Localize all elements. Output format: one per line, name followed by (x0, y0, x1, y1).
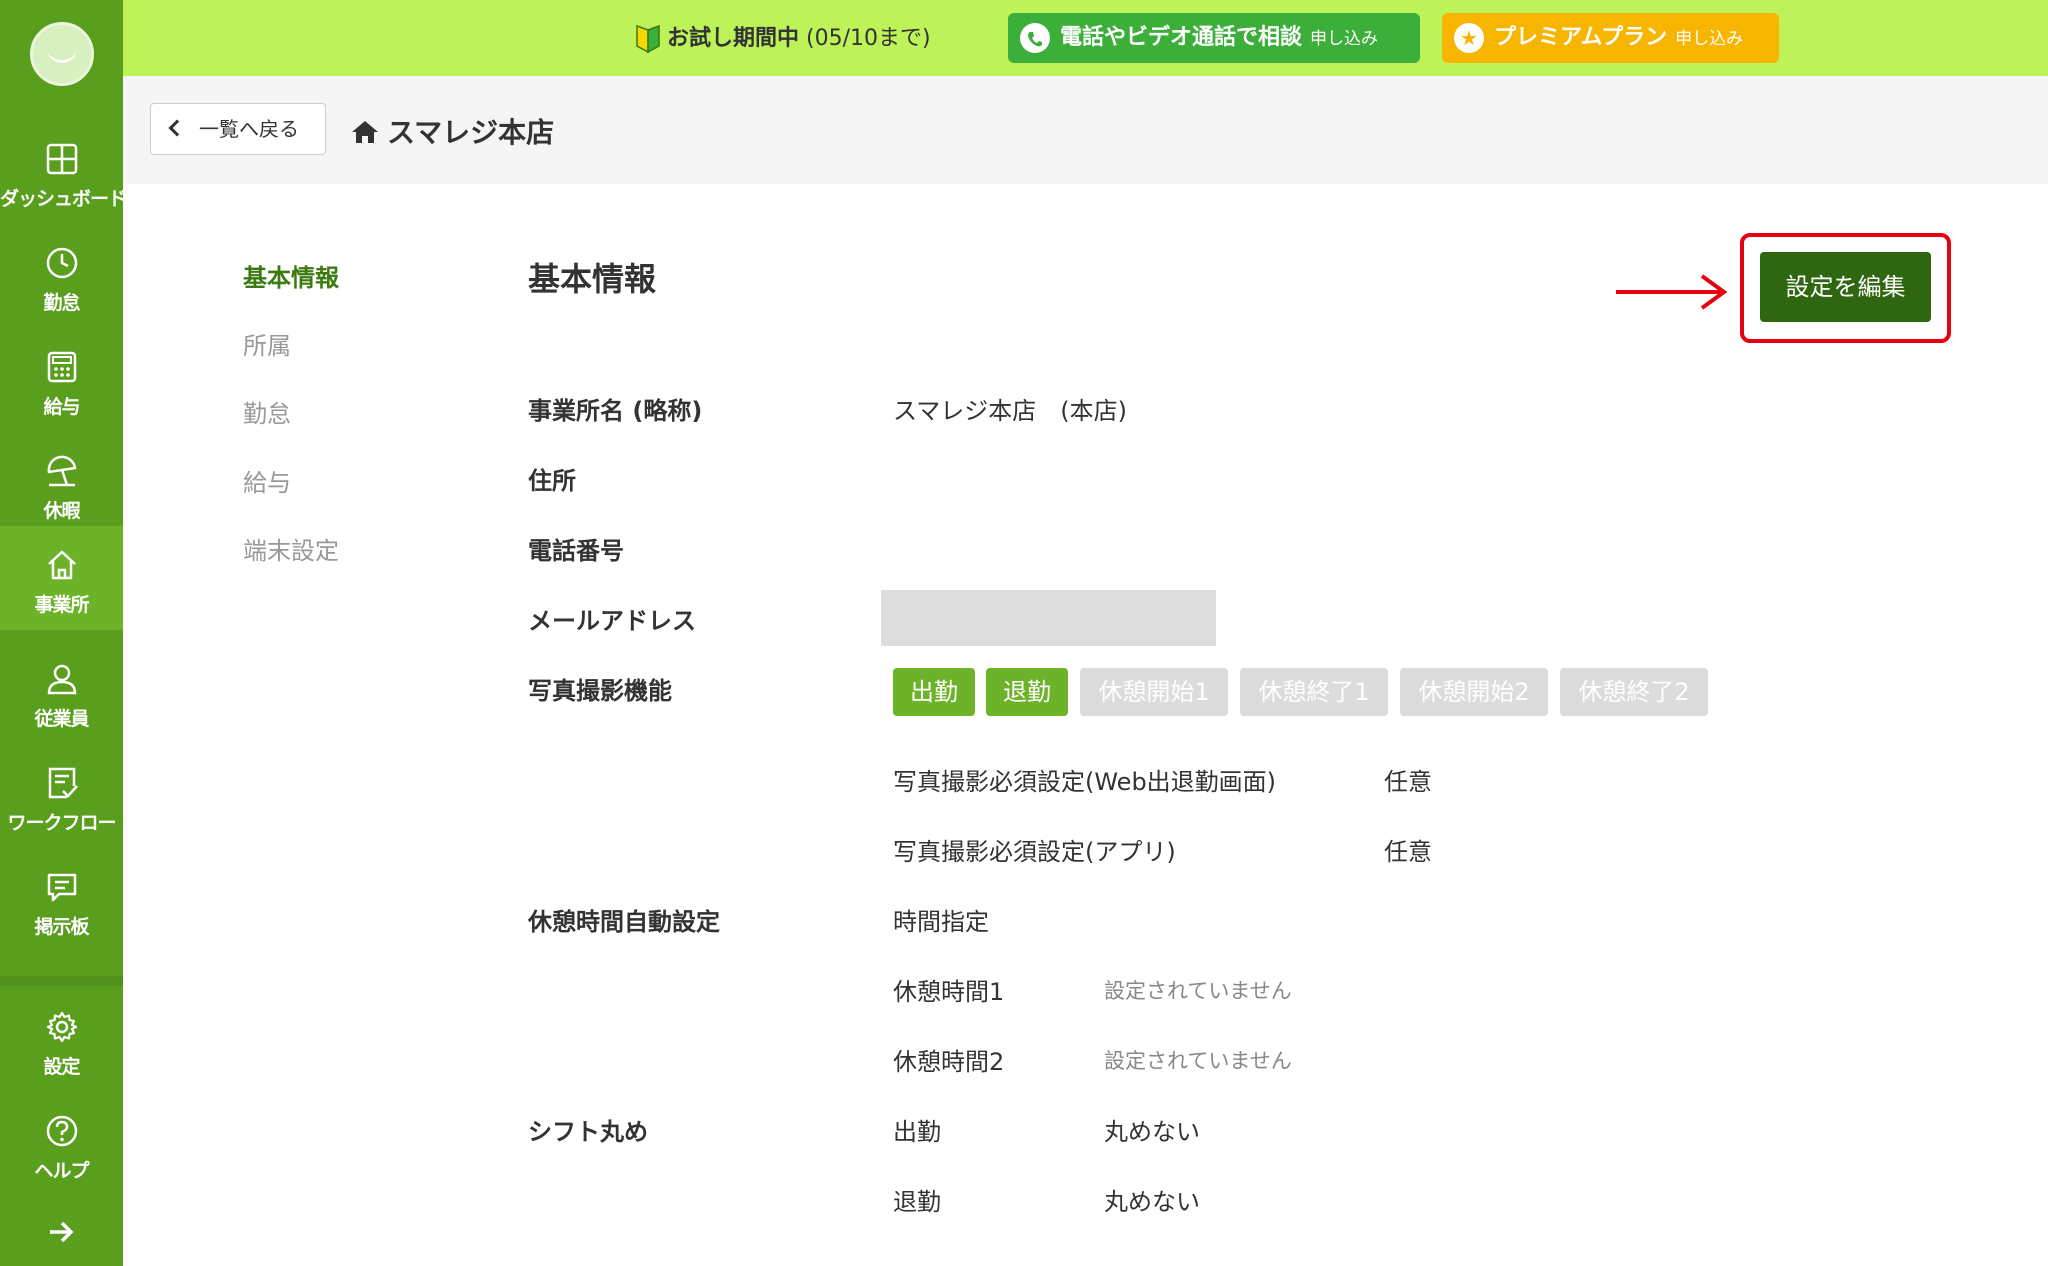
help-icon (46, 1115, 78, 1147)
avatar[interactable] (30, 22, 94, 86)
section-nav-payroll[interactable]: 給与 (243, 463, 291, 498)
nav-payroll[interactable]: 給与 (0, 328, 123, 432)
edit-settings-button[interactable]: 設定を編集 (1760, 252, 1931, 322)
arrow-right-icon[interactable] (44, 1215, 78, 1249)
person-icon (47, 664, 77, 695)
home-icon (352, 121, 378, 143)
nav-employees-label: 従業員 (34, 708, 89, 730)
consult-call-button[interactable]: 電話やビデオ通話で相談 申し込み (1008, 13, 1420, 63)
email-label: メールアドレス (528, 607, 696, 635)
nav-board-label: 掲示板 (34, 916, 89, 938)
shift-in-label: 出勤 (893, 1118, 941, 1146)
photo-tag-break-start-2: 休憩開始2 (1400, 668, 1548, 716)
shift-in-value: 丸めない (1104, 1118, 1200, 1146)
trial-period: (05/10まで) (806, 26, 931, 51)
store-name: スマレジ本店 (387, 116, 555, 149)
page-title: スマレジ本店 (351, 111, 554, 151)
gear-icon (46, 1011, 78, 1043)
nav-help-label: ヘルプ (34, 1160, 89, 1182)
office-name-label: 事業所名 (略称) (528, 397, 703, 425)
photo-app-value: 任意 (1384, 838, 1432, 866)
break1-label: 休憩時間1 (893, 978, 1005, 1006)
nav-workflow-label: ワークフロー (7, 812, 116, 834)
back-to-list-label: 一覧へ戻る (199, 117, 299, 141)
photo-app-label: 写真撮影必須設定(アプリ) (893, 838, 1176, 866)
back-to-list-button[interactable]: 一覧へ戻る (150, 103, 326, 155)
nav-settings[interactable]: 設定 (0, 988, 123, 1092)
umbrella-icon (47, 455, 77, 487)
calculator-icon (47, 351, 77, 383)
nav-dashboard-label: ダッシュボード (0, 188, 127, 210)
clock-icon (46, 247, 78, 279)
nav-vacation[interactable]: 休暇 (0, 432, 123, 536)
office-name-value: スマレジ本店 (本店) (893, 397, 1128, 425)
address-label: 住所 (528, 467, 576, 495)
shift-out-label: 退勤 (893, 1188, 941, 1216)
nav-employees[interactable]: 従業員 (0, 640, 123, 744)
section-nav-basic[interactable]: 基本情報 (243, 258, 339, 293)
page-header: 一覧へ戻る スマレジ本店 (123, 76, 2048, 184)
home-icon (48, 550, 76, 580)
premium-plan-sub: 申し込み (1675, 29, 1744, 49)
nav-dashboard[interactable]: ダッシュボード (0, 120, 127, 224)
photo-tag-break-end-1: 休憩終了1 (1240, 668, 1388, 716)
trial-status: お試し期間中 (05/10まで) (635, 20, 931, 54)
section-nav-affiliation[interactable]: 所属 (243, 326, 291, 361)
message-icon (47, 873, 77, 902)
dashboard-icon (46, 143, 78, 175)
consult-call-label: 電話やビデオ通話で相談 (1060, 25, 1303, 50)
photo-web-label: 写真撮影必須設定(Web出退勤画面) (893, 768, 1277, 796)
arrow-right-icon (1616, 274, 1728, 310)
top-banner: お試し期間中 (05/10まで) 電話やビデオ通話で相談 申し込み ★ プレミアム… (123, 0, 2048, 76)
nav-attendance-label: 勤怠 (43, 292, 80, 314)
nav-help[interactable]: ヘルプ (0, 1092, 123, 1196)
beginner-mark-icon (636, 24, 660, 54)
email-value-redacted (881, 590, 1216, 646)
nav-office[interactable]: 事業所 (0, 526, 123, 630)
photo-tag-break-start-1: 休憩開始1 (1080, 668, 1228, 716)
photo-label: 写真撮影機能 (528, 677, 672, 705)
nav-vacation-label: 休暇 (43, 500, 80, 522)
section-nav-attendance[interactable]: 勤怠 (243, 394, 291, 429)
photo-tag-clock-out: 退勤 (986, 668, 1068, 716)
break2-value: 設定されていません (1104, 1049, 1292, 1073)
nav-attendance[interactable]: 勤怠 (0, 224, 123, 328)
break-mode-value: 時間指定 (893, 908, 989, 936)
nav-board[interactable]: 掲示板 (0, 848, 123, 952)
section-nav-terminal[interactable]: 端末設定 (243, 531, 339, 566)
section-title: 基本情報 (528, 260, 657, 298)
shift-out-value: 丸めない (1104, 1188, 1200, 1216)
sidebar-divider (0, 976, 123, 986)
shift-round-label: シフト丸め (528, 1118, 648, 1146)
photo-tag-clock-in: 出勤 (893, 668, 975, 716)
photo-web-value: 任意 (1384, 768, 1432, 796)
consult-call-sub: 申し込み (1310, 29, 1379, 49)
nav-payroll-label: 給与 (43, 396, 80, 418)
nav-workflow[interactable]: ワークフロー (0, 744, 123, 848)
chevron-left-icon (168, 119, 186, 137)
break1-value: 設定されていません (1104, 979, 1292, 1003)
premium-plan-label: プレミアムプラン (1494, 25, 1668, 50)
trial-label: お試し期間中 (667, 26, 800, 51)
checklist-icon (48, 767, 78, 799)
break-auto-label: 休憩時間自動設定 (528, 908, 720, 936)
nav-settings-label: 設定 (43, 1056, 80, 1078)
star-icon: ★ (1454, 23, 1484, 53)
photo-tag-break-end-2: 休憩終了2 (1560, 668, 1708, 716)
sidebar: ダッシュボード 勤怠 給与 休暇 事業所 従業員 ワークフロー 掲示板 設定 ヘ… (0, 0, 127, 1266)
premium-plan-button[interactable]: ★ プレミアムプラン 申し込み (1442, 13, 1779, 63)
nav-office-label: 事業所 (34, 594, 89, 616)
phone-label: 電話番号 (528, 537, 624, 565)
break2-label: 休憩時間2 (893, 1048, 1005, 1076)
phone-icon (1020, 23, 1050, 53)
